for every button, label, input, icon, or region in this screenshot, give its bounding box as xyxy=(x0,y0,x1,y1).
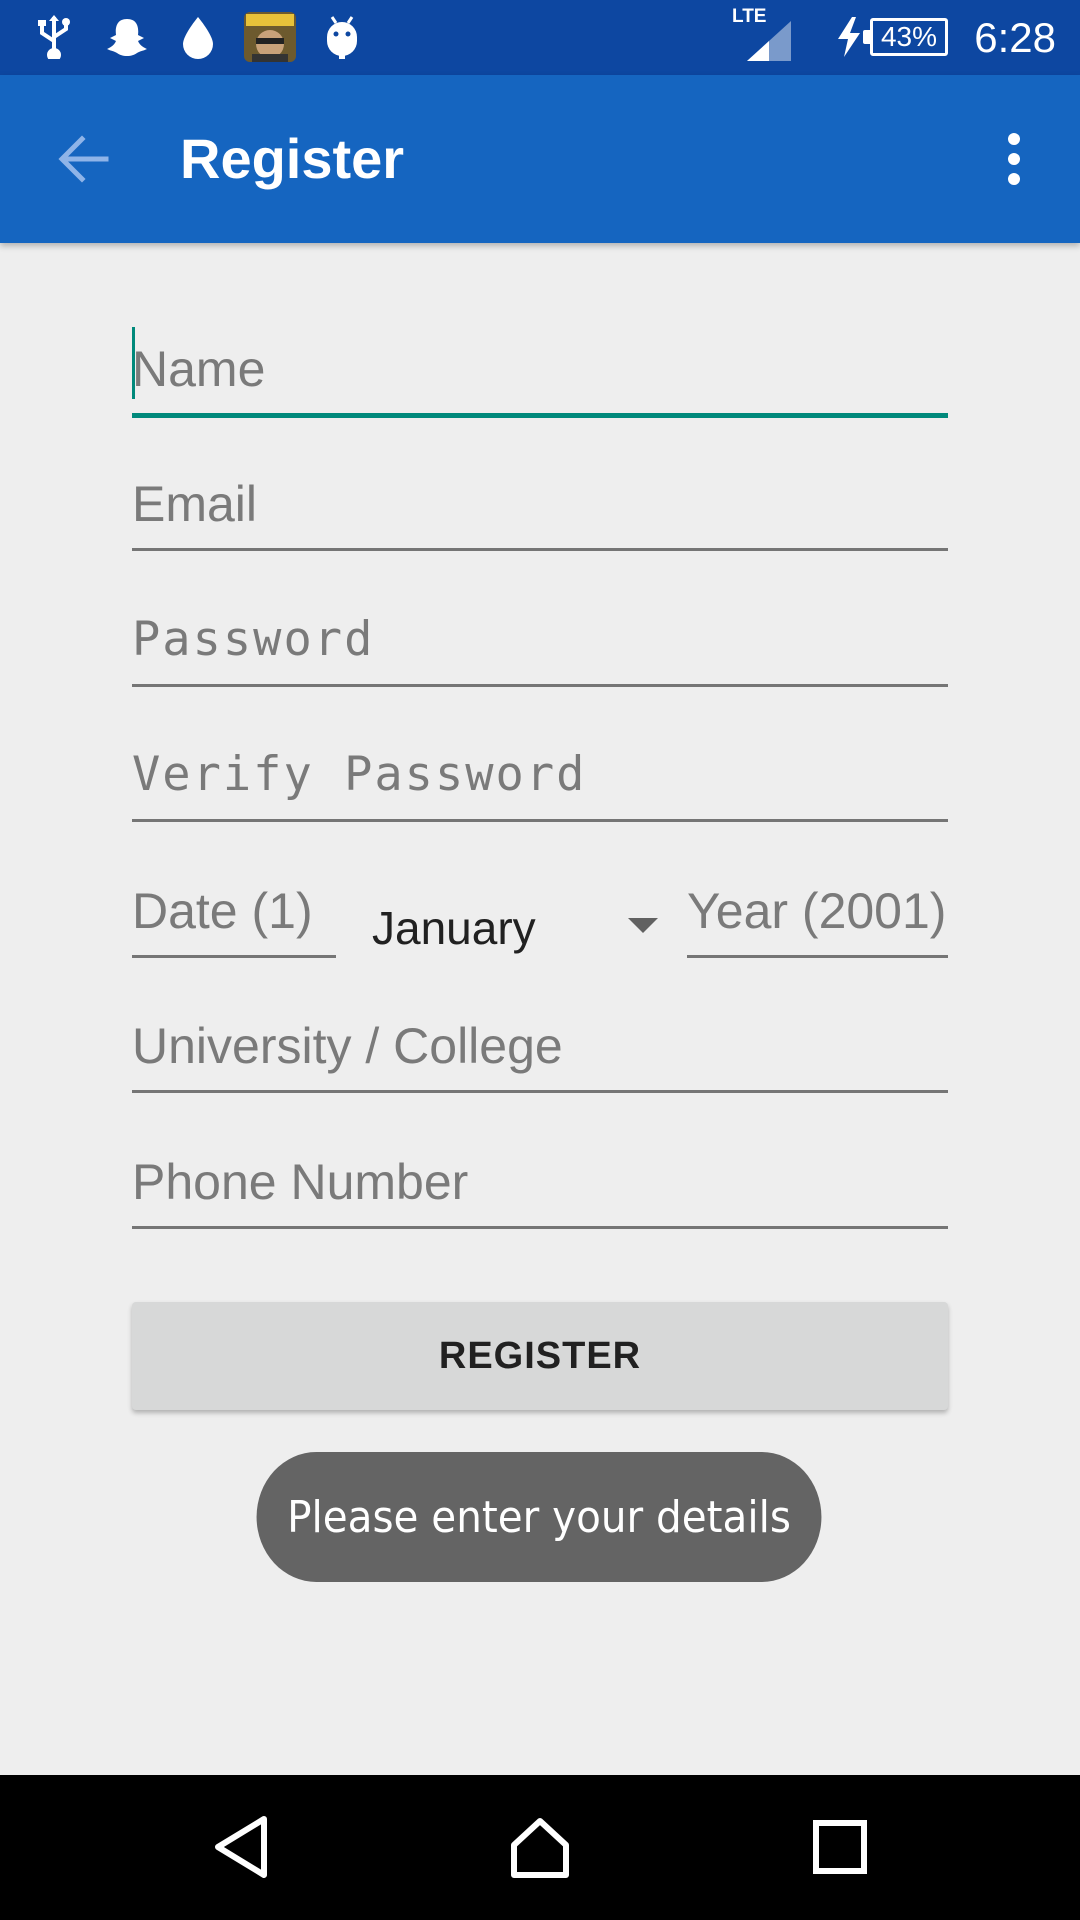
password-placeholder: Password xyxy=(132,612,375,667)
snapchat-icon xyxy=(104,14,150,60)
phone-placeholder: Phone Number xyxy=(132,1154,469,1210)
verify-password-placeholder: Verify Password xyxy=(132,747,587,802)
back-button[interactable] xyxy=(48,123,120,195)
month-spinner[interactable]: January xyxy=(352,880,672,972)
email-placeholder: Email xyxy=(132,476,258,532)
university-placeholder: University / College xyxy=(132,1018,563,1074)
usb-icon xyxy=(34,14,74,60)
arrow-back-icon xyxy=(58,135,109,183)
recents-icon[interactable] xyxy=(800,1807,880,1887)
android-icon xyxy=(322,14,362,60)
year-field[interactable]: Year (2001) xyxy=(687,866,948,958)
name-placeholder: Name xyxy=(132,341,266,397)
signal-icon xyxy=(744,16,794,62)
verify-password-field[interactable]: Verify Password xyxy=(132,730,948,822)
charging-icon xyxy=(834,14,864,60)
password-field[interactable]: Password xyxy=(132,595,948,687)
email-field[interactable]: Email xyxy=(132,459,948,551)
date-field[interactable]: Date (1) xyxy=(132,866,336,958)
name-field[interactable]: Name xyxy=(132,326,948,418)
battery-icon: 43% xyxy=(863,18,948,56)
university-field[interactable]: University / College xyxy=(132,1001,948,1093)
back-triangle-icon[interactable] xyxy=(202,1807,282,1887)
home-icon[interactable] xyxy=(500,1807,580,1887)
year-placeholder: Year (2001) xyxy=(687,883,947,939)
navigation-bar xyxy=(0,1775,1080,1920)
register-button[interactable]: REGISTER xyxy=(132,1302,948,1410)
phone-field[interactable]: Phone Number xyxy=(132,1137,948,1229)
toast-message: Please enter your details xyxy=(256,1452,822,1582)
game-app-icon xyxy=(244,12,296,62)
dropdown-arrow-icon xyxy=(628,918,658,933)
date-placeholder: Date (1) xyxy=(132,883,313,939)
page-title: Register xyxy=(180,127,405,190)
month-selected: January xyxy=(372,902,536,954)
battery-percent: 43% xyxy=(880,21,938,52)
drop-icon xyxy=(178,14,218,60)
clock: 6:28 xyxy=(974,14,1056,61)
status-bar: LTE 43% 6:28 xyxy=(0,0,1080,75)
app-bar: Register xyxy=(0,75,1080,243)
more-vert-icon[interactable] xyxy=(990,123,1038,195)
